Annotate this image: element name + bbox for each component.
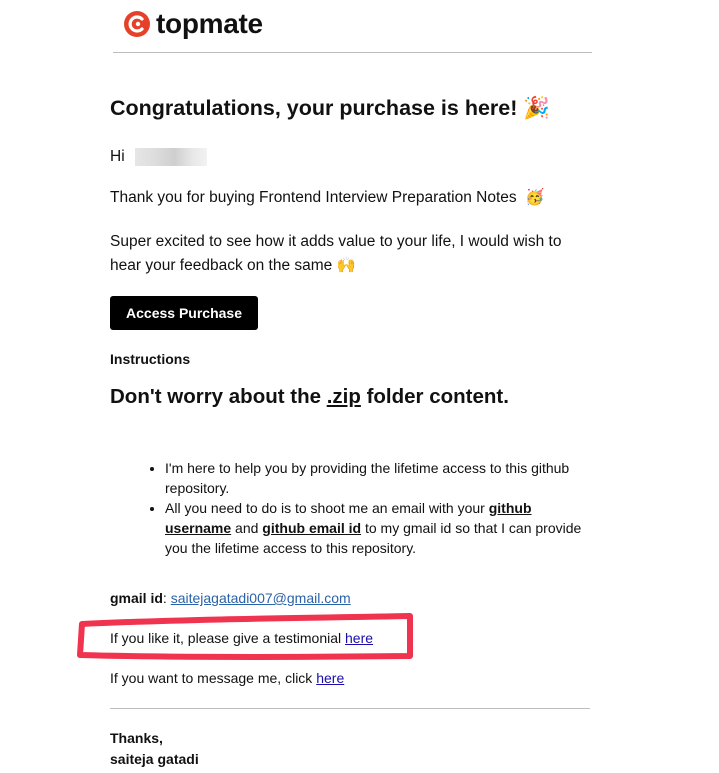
access-purchase-button[interactable]: Access Purchase xyxy=(110,296,258,330)
topmate-logo: topmate xyxy=(123,8,263,40)
signoff-name: saiteja gatadi xyxy=(110,751,199,767)
instructions-list: I'm here to help you by providing the li… xyxy=(147,458,597,558)
party-popper-icon: 🎉 xyxy=(523,96,551,120)
message-me-line: If you want to message me, click here xyxy=(110,670,345,686)
page-title: Congratulations, your purchase is here! … xyxy=(110,96,551,120)
gmail-line: gmail id: saitejagatadi007@gmail.com xyxy=(110,590,351,606)
message-text: Super excited to see how it adds value t… xyxy=(110,233,562,274)
list-item: I'm here to help you by providing the li… xyxy=(165,458,597,498)
zip-text: .zip xyxy=(326,385,361,408)
instructions-label: Instructions xyxy=(110,351,191,367)
thank-you-text: Thank you for buying Frontend Interview … xyxy=(110,189,545,206)
signoff-thanks: Thanks, xyxy=(110,730,163,746)
gmail-link[interactable]: saitejagatadi007@gmail.com xyxy=(171,590,351,606)
raised-hands-icon: 🙌 xyxy=(336,257,356,274)
party-face-icon: 🥳 xyxy=(524,189,545,206)
message-me-link[interactable]: here xyxy=(316,670,344,686)
redacted-name xyxy=(134,147,207,166)
footer-divider xyxy=(110,708,590,709)
zip-heading: Don't worry about the .zip folder conten… xyxy=(110,385,509,408)
header-divider xyxy=(113,52,592,53)
testimonial-line: If you like it, please give a testimonia… xyxy=(110,630,374,646)
list-item: All you need to do is to shoot me an ema… xyxy=(165,498,597,558)
greeting: Hi xyxy=(110,145,207,169)
topmate-logo-icon xyxy=(124,11,150,37)
testimonial-link[interactable]: here xyxy=(345,630,373,646)
brand-name: topmate xyxy=(156,8,263,39)
